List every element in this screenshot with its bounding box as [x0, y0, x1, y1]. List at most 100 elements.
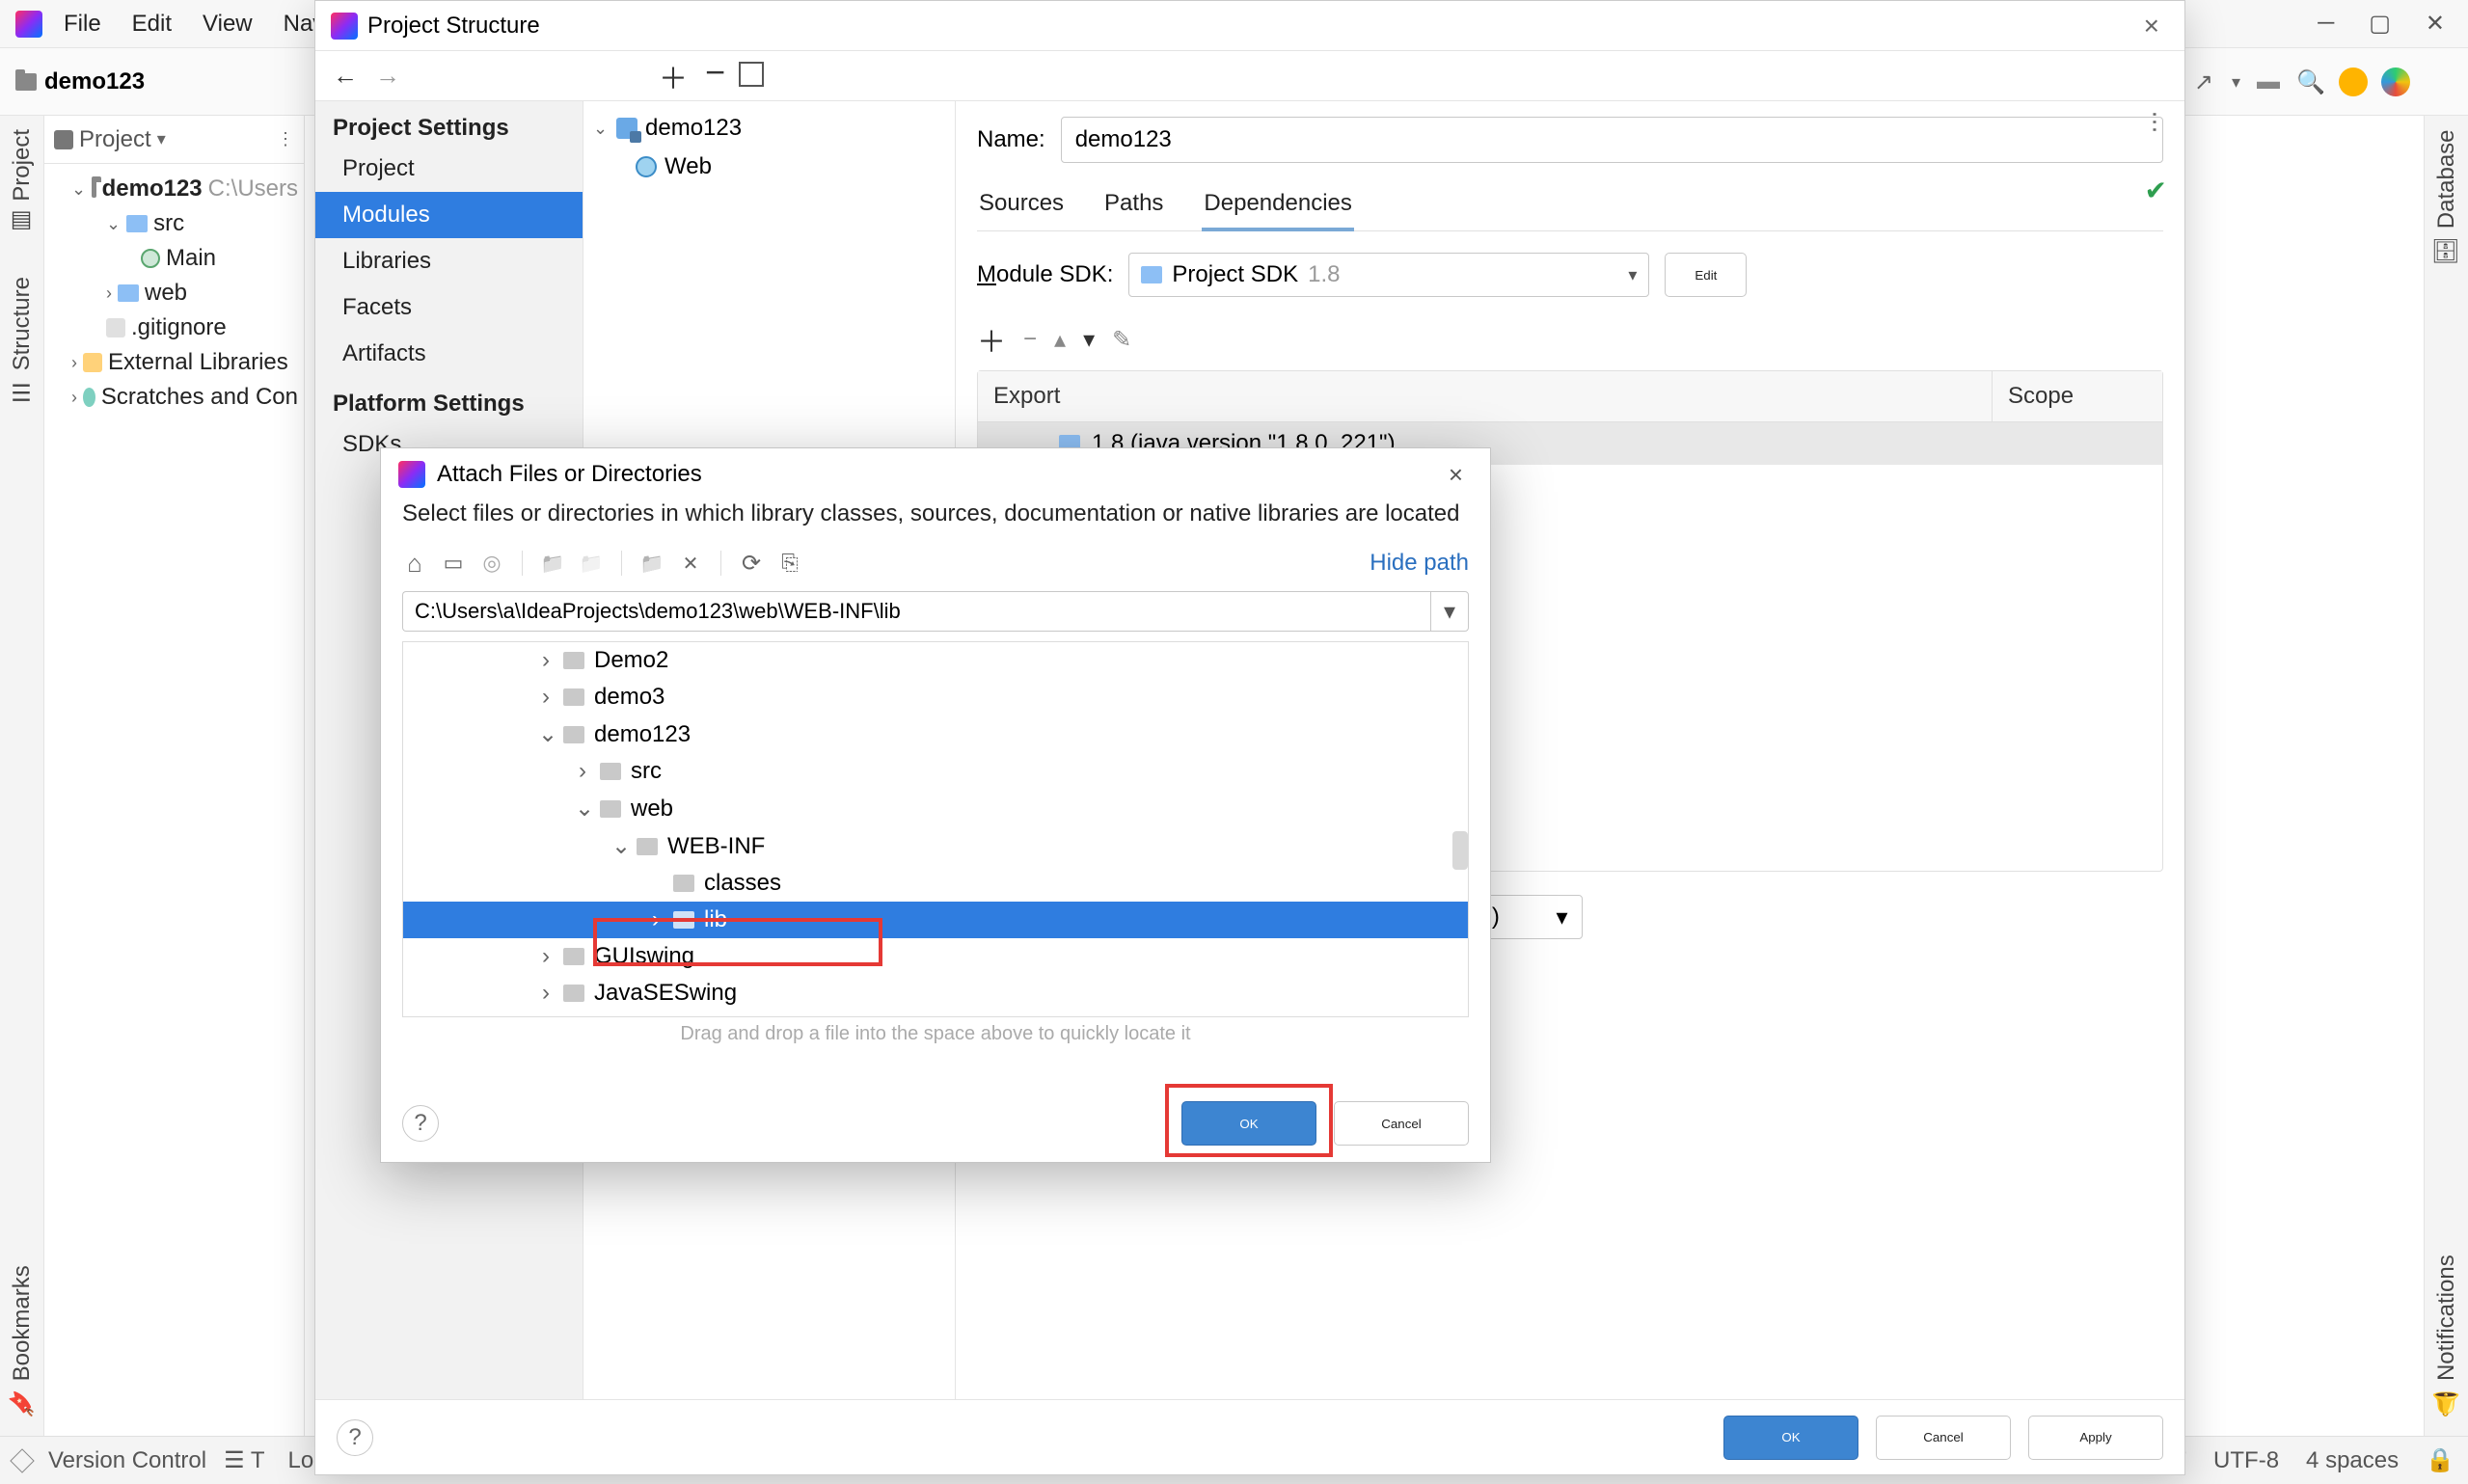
- nav-libraries[interactable]: Libraries: [315, 238, 583, 284]
- module-dir-icon[interactable]: [639, 551, 664, 576]
- chevron-down-icon[interactable]: ▾: [157, 129, 166, 149]
- tree-web[interactable]: › web: [44, 276, 304, 310]
- version-control-tab[interactable]: Version Control: [48, 1447, 206, 1474]
- module-name-input[interactable]: [1061, 117, 2163, 163]
- close-icon[interactable]: ×: [2134, 7, 2169, 45]
- status-indent[interactable]: 4 spaces: [2306, 1447, 2399, 1474]
- col-export[interactable]: Export: [978, 371, 1993, 421]
- path: C:\Users: [208, 175, 298, 202]
- help-icon[interactable]: ?: [402, 1105, 439, 1142]
- move-down-icon[interactable]: ▾: [1083, 326, 1095, 354]
- run-target-icon[interactable]: ↗: [2189, 67, 2218, 96]
- close-icon[interactable]: ×: [1439, 456, 1473, 494]
- tree-root[interactable]: ⌄ demo123 C:\Users: [44, 172, 304, 206]
- dialog-title: Attach Files or Directories: [437, 461, 702, 488]
- todo-tab[interactable]: ☰ T: [224, 1446, 264, 1474]
- chevron-right-icon: ›: [575, 758, 590, 785]
- file-tree[interactable]: › Demo2 › demo3 ⌄ demo123 › src ⌄: [402, 641, 1469, 1017]
- tree-item-webinf[interactable]: ⌄ WEB-INF: [403, 827, 1468, 865]
- tree-item-lib[interactable]: › lib: [403, 902, 1468, 938]
- menu-file[interactable]: File: [54, 7, 111, 41]
- project-dir-icon[interactable]: [479, 551, 504, 576]
- label: web: [631, 796, 673, 823]
- path-field: ▾: [402, 591, 1469, 632]
- nav-artifacts[interactable]: Artifacts: [315, 331, 583, 377]
- module-tabs: Sources Paths Dependencies: [977, 180, 2163, 231]
- cancel-button[interactable]: Cancel: [1334, 1101, 1469, 1146]
- tool-database[interactable]: 🗄 Database: [2433, 123, 2460, 271]
- label: Project: [9, 129, 36, 202]
- home-icon[interactable]: [402, 551, 427, 576]
- status-encoding[interactable]: UTF-8: [2213, 1447, 2279, 1474]
- menu-edit[interactable]: Edit: [122, 7, 181, 41]
- label: WEB-INF: [667, 833, 765, 860]
- cancel-button[interactable]: Cancel: [1876, 1416, 2011, 1460]
- tab-dependencies[interactable]: Dependencies: [1202, 180, 1353, 230]
- project-breadcrumb[interactable]: demo123: [15, 68, 145, 95]
- refresh-icon[interactable]: [739, 551, 764, 576]
- desktop-icon[interactable]: [441, 551, 466, 576]
- module-sdk-select[interactable]: Project SDK 1.8 ▾: [1128, 253, 1649, 297]
- tree-gitignore[interactable]: .gitignore: [44, 310, 304, 345]
- add-module-icon[interactable]: ＋: [659, 55, 688, 97]
- add-dep-icon[interactable]: ＋: [977, 318, 1006, 361]
- tool-structure[interactable]: ☰ Structure: [9, 271, 36, 411]
- tree-item-src[interactable]: › src: [403, 753, 1468, 790]
- tab-sources[interactable]: Sources: [977, 180, 1066, 230]
- nav-facets[interactable]: Facets: [315, 284, 583, 331]
- ps-titlebar: Project Structure ×: [315, 1, 2184, 51]
- ok-button[interactable]: OK: [1723, 1416, 1858, 1460]
- tree-item-guiswing[interactable]: › GUIswing: [403, 938, 1468, 975]
- collapse-icon[interactable]: ⋮: [277, 129, 294, 149]
- folder-icon: [563, 688, 584, 706]
- new-folder-icon[interactable]: [540, 551, 565, 576]
- hide-path-link[interactable]: Hide path: [1370, 550, 1469, 577]
- tree-scratches[interactable]: › Scratches and Con: [44, 380, 304, 415]
- scrollbar[interactable]: [1452, 831, 1468, 870]
- tree-item-demo2[interactable]: › Demo2: [403, 642, 1468, 679]
- search-icon[interactable]: 🔍: [2296, 67, 2325, 96]
- close-icon[interactable]: ✕: [2426, 10, 2445, 38]
- tree-item-javaseswing[interactable]: › JavaSESwing: [403, 975, 1468, 1012]
- tree-src[interactable]: ⌄ src: [44, 206, 304, 241]
- tree-item-demo123[interactable]: ⌄ demo123: [403, 715, 1468, 753]
- module-root[interactable]: ⌄ demo123: [583, 109, 955, 148]
- copy-icon[interactable]: [743, 66, 764, 87]
- nav-modules[interactable]: Modules: [315, 192, 583, 238]
- col-scope[interactable]: Scope: [1993, 371, 2162, 421]
- tree-item-demo3[interactable]: › demo3: [403, 679, 1468, 715]
- project-panel-header[interactable]: Project ▾ ⋮: [44, 116, 304, 164]
- apply-button[interactable]: Apply: [2028, 1416, 2163, 1460]
- stop-icon[interactable]: ▬: [2254, 67, 2283, 96]
- maximize-icon[interactable]: ▢: [2369, 10, 2391, 38]
- tool-notifications[interactable]: 🔔 Notifications: [2433, 1249, 2460, 1422]
- ide-tips-icon[interactable]: [2339, 67, 2368, 96]
- more-icon[interactable]: ⋯: [2141, 111, 2169, 136]
- tree-item-web[interactable]: ⌄ web: [403, 790, 1468, 827]
- path-input[interactable]: [402, 591, 1430, 632]
- path-dropdown-icon[interactable]: ▾: [1430, 591, 1469, 632]
- label: Bookmarks: [9, 1265, 36, 1381]
- minimize-icon[interactable]: ─: [2318, 10, 2334, 38]
- tool-project[interactable]: ▤ Project: [9, 123, 36, 242]
- menu-view[interactable]: View: [193, 7, 262, 41]
- tree-item-classes[interactable]: classes: [403, 865, 1468, 902]
- tab-paths[interactable]: Paths: [1102, 180, 1165, 230]
- delete-icon[interactable]: [678, 551, 703, 576]
- chevron-down-icon[interactable]: ▾: [2232, 72, 2240, 93]
- tool-bookmarks[interactable]: 🔖 Bookmarks: [9, 1259, 36, 1422]
- help-icon[interactable]: ?: [337, 1419, 373, 1456]
- label: Database: [2433, 129, 2460, 229]
- vcs-icon[interactable]: [10, 1448, 34, 1472]
- tree-main-class[interactable]: Main: [44, 241, 304, 276]
- tree-external-libs[interactable]: › External Libraries: [44, 345, 304, 380]
- nav-project[interactable]: Project: [315, 146, 583, 192]
- remove-module-icon[interactable]: −: [705, 52, 725, 93]
- back-icon[interactable]: ←: [333, 61, 358, 91]
- code-with-me-icon[interactable]: [2381, 67, 2410, 96]
- ok-button[interactable]: OK: [1181, 1101, 1316, 1146]
- status-lock-icon[interactable]: 🔒: [2426, 1446, 2454, 1474]
- edit-sdk-button[interactable]: Edit: [1665, 253, 1747, 297]
- module-web[interactable]: Web: [583, 148, 955, 186]
- show-hidden-icon[interactable]: [777, 551, 802, 576]
